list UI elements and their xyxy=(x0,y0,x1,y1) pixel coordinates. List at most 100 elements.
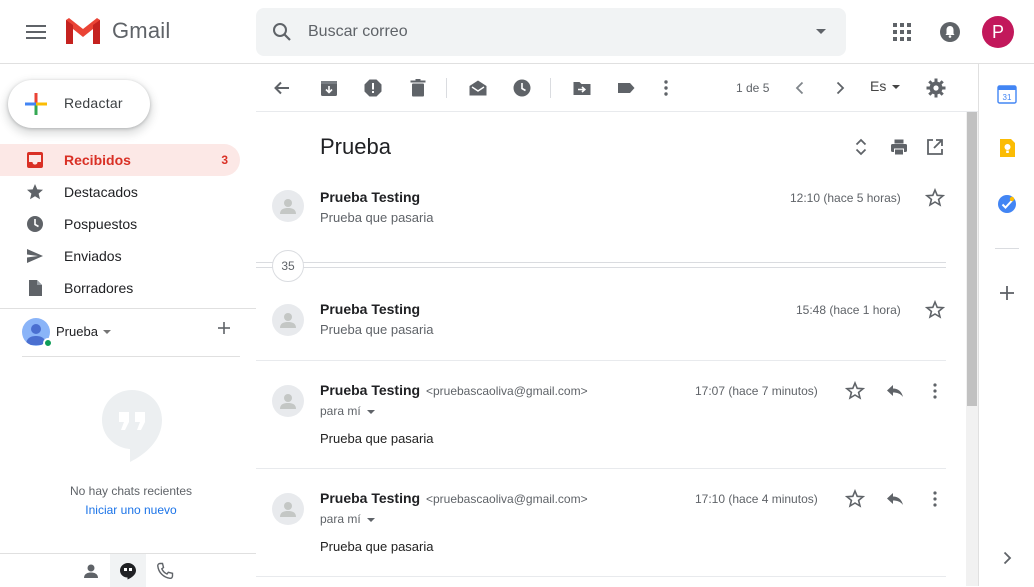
report-spam-icon[interactable] xyxy=(363,78,383,98)
star-outline-icon[interactable] xyxy=(845,381,865,401)
reply-icon[interactable] xyxy=(885,381,905,401)
chevron-down-icon[interactable] xyxy=(366,517,375,522)
collapsed-messages-bar[interactable] xyxy=(256,262,946,268)
message-snippet: Prueba que pasaria xyxy=(320,210,434,225)
star-outline-icon[interactable] xyxy=(845,489,865,509)
input-language-button[interactable]: Es xyxy=(870,78,886,94)
sidebar-item-borradores[interactable]: Borradores xyxy=(0,272,240,304)
message-time: 15:48 (hace 1 hora) xyxy=(796,303,901,317)
back-arrow-icon[interactable] xyxy=(272,78,292,98)
message-toolbar: 1 de 5 Es xyxy=(256,64,978,112)
divider xyxy=(0,308,256,309)
sidebar-item-pospuestos[interactable]: Pospuestos xyxy=(0,208,240,240)
add-chat-icon[interactable] xyxy=(216,320,232,336)
apps-grid-icon[interactable] xyxy=(892,22,912,42)
recipient-label: para mí xyxy=(320,512,361,526)
compose-button[interactable]: Redactar xyxy=(8,80,150,128)
reply-icon[interactable] xyxy=(885,489,905,509)
account-avatar[interactable]: P xyxy=(982,16,1014,48)
sender-avatar xyxy=(272,304,304,336)
label-icon[interactable] xyxy=(616,78,636,98)
star-outline-icon[interactable] xyxy=(925,300,945,320)
person-icon xyxy=(280,394,296,409)
side-panel: 31 xyxy=(978,64,1034,586)
mark-unread-icon[interactable] xyxy=(468,78,488,98)
sender-name: Prueba Testing xyxy=(320,490,421,506)
chevron-right-icon[interactable] xyxy=(997,548,1017,568)
delete-icon[interactable] xyxy=(408,78,428,98)
snooze-icon[interactable] xyxy=(512,78,532,98)
message-divider xyxy=(256,576,946,577)
recipient-details[interactable]: para mí xyxy=(320,512,375,526)
open-new-window-icon[interactable] xyxy=(926,138,944,156)
sender-avatar xyxy=(272,385,304,417)
message-body: Prueba que pasaria xyxy=(320,431,434,446)
toolbar-divider xyxy=(550,78,551,98)
sidebar-item-destacados[interactable]: Destacados xyxy=(0,176,240,208)
send-icon xyxy=(27,249,43,263)
sender-email: <pruebascaoliva@gmail.com> xyxy=(425,492,588,506)
archive-icon[interactable] xyxy=(319,78,339,98)
recipient-details[interactable]: para mí xyxy=(320,404,375,418)
settings-gear-icon[interactable] xyxy=(926,78,946,98)
app-name: Gmail xyxy=(112,18,171,43)
chevron-left-icon[interactable] xyxy=(790,78,810,98)
move-to-icon[interactable] xyxy=(572,78,592,98)
divider xyxy=(22,356,240,357)
star-icon xyxy=(27,184,43,200)
phone-icon[interactable] xyxy=(156,562,174,580)
sender-header: Prueba Testing <pruebascaoliva@gmail.com… xyxy=(320,490,588,506)
left-sidebar: Redactar Recibidos 3 Destacados Pospuest… xyxy=(0,64,256,587)
scrollbar-thumb[interactable] xyxy=(967,112,977,406)
inbox-icon xyxy=(27,152,43,168)
message-body: Prueba que pasaria xyxy=(320,539,434,554)
online-status-icon xyxy=(43,338,53,348)
sidebar-item-recibidos[interactable]: Recibidos 3 xyxy=(0,144,240,176)
hangouts-bottom-bar xyxy=(0,553,256,587)
hangouts-icon[interactable] xyxy=(119,562,137,580)
tasks-icon[interactable] xyxy=(997,194,1017,214)
person-icon xyxy=(280,502,296,517)
more-options-icon[interactable] xyxy=(925,381,945,401)
search-options-icon[interactable] xyxy=(816,29,826,34)
sidebar-item-label: Borradores xyxy=(64,280,134,296)
toolbar-divider xyxy=(446,78,447,98)
chevron-down-icon[interactable] xyxy=(892,85,900,89)
sidebar-item-enviados[interactable]: Enviados xyxy=(0,240,240,272)
more-options-icon[interactable] xyxy=(925,489,945,509)
sender-header: Prueba Testing <pruebascaoliva@gmail.com… xyxy=(320,382,588,398)
chevron-right-icon[interactable] xyxy=(830,78,850,98)
calendar-icon[interactable]: 31 xyxy=(997,84,1017,104)
pagination-text: 1 de 5 xyxy=(736,81,770,95)
search-icon[interactable] xyxy=(270,20,294,44)
gmail-logo[interactable]: Gmail xyxy=(64,16,170,46)
add-addon-icon[interactable] xyxy=(997,283,1017,303)
collapsed-messages-count[interactable]: 35 xyxy=(272,250,304,282)
keep-icon[interactable] xyxy=(997,138,1017,158)
sender-name: Prueba Testing xyxy=(320,301,421,317)
more-options-icon[interactable] xyxy=(656,78,676,98)
scrollbar[interactable] xyxy=(966,112,978,586)
main-menu-button[interactable] xyxy=(20,20,52,44)
message-divider xyxy=(256,360,946,361)
person-icon xyxy=(280,199,296,214)
folder-nav: Recibidos 3 Destacados Pospuestos Enviad… xyxy=(0,144,256,304)
gmail-m-icon xyxy=(66,18,100,44)
recipient-label: para mí xyxy=(320,404,361,418)
draft-icon xyxy=(29,280,42,296)
chevron-down-icon[interactable] xyxy=(103,330,111,334)
expand-all-icon[interactable] xyxy=(852,138,870,156)
message-divider xyxy=(256,468,946,469)
chevron-down-icon[interactable] xyxy=(366,409,375,414)
compose-label: Redactar xyxy=(64,95,123,111)
search-input[interactable] xyxy=(308,20,788,44)
hangouts-user[interactable]: Prueba xyxy=(22,318,242,348)
notifications-icon[interactable] xyxy=(938,20,962,44)
contacts-icon[interactable] xyxy=(82,562,100,580)
start-chat-link[interactable]: Iniciar uno nuevo xyxy=(0,503,262,517)
print-icon[interactable] xyxy=(890,138,908,156)
plus-icon xyxy=(25,93,47,115)
thread-subject: Prueba xyxy=(320,134,391,159)
star-outline-icon[interactable] xyxy=(925,188,945,208)
message-view: 1 de 5 Es Prueba Prueba Testing Prueba q… xyxy=(256,64,978,586)
